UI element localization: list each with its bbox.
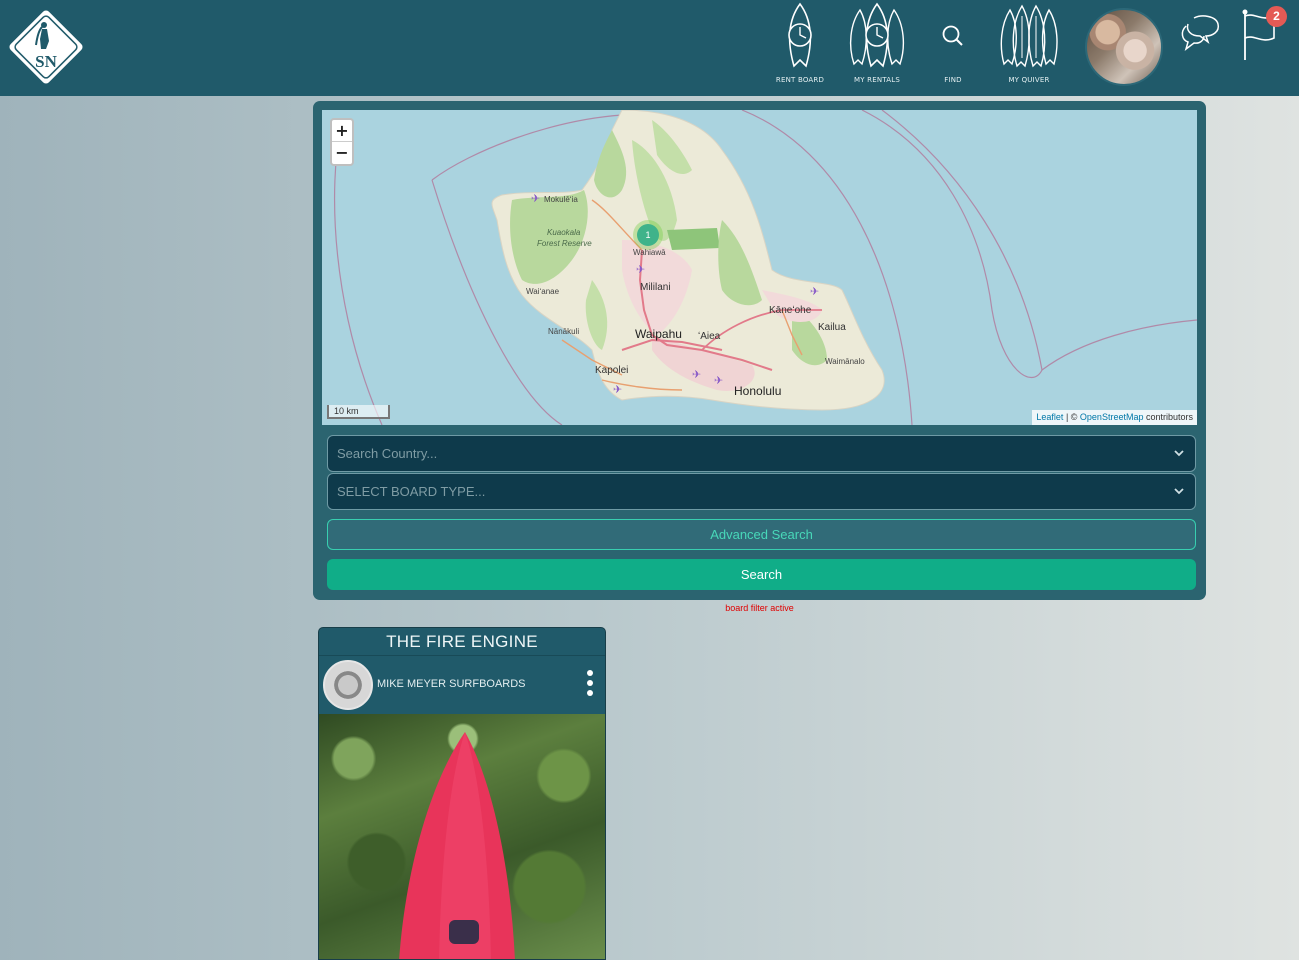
board-photo[interactable] (319, 714, 605, 959)
map-attribution: Leaflet | © OpenStreetMap contributors (1032, 410, 1197, 425)
notification-badge: 2 (1266, 6, 1287, 27)
map-label-mokuleia: Mokulēʻia (544, 195, 578, 204)
map-label-forest-reserve: Forest Reserve (537, 239, 592, 248)
nav-my-rentals[interactable]: MY RENTALS (839, 2, 915, 90)
airport-icon: ✈ (714, 375, 723, 387)
map-label-kaneohe: Kāneʻohe (769, 305, 812, 316)
surf-logo-icon[interactable]: SN (4, 5, 88, 89)
map-zoom-control: + − (330, 118, 354, 166)
more-options-icon[interactable] (585, 669, 595, 697)
search-button[interactable]: Search (327, 559, 1196, 590)
country-select-placeholder: Search Country... (337, 446, 438, 461)
surfboard-image (399, 732, 515, 959)
nav-label: MY QUIVER (1008, 76, 1050, 84)
map-label-waianae: Waiʻanae (526, 287, 560, 296)
surfboard-clock-icon (788, 2, 812, 68)
nav-label: FIND (944, 76, 962, 84)
map-label-kailua: Kailua (818, 322, 846, 333)
map-label-mililani: Mililani (640, 282, 671, 293)
nav-label: MY RENTALS (854, 76, 900, 84)
search-icon (942, 25, 963, 46)
maker-logo[interactable] (323, 660, 373, 710)
logo-text: SN (35, 52, 57, 71)
board-type-select[interactable]: SELECT BOARD TYPE... (327, 473, 1196, 510)
search-panel: 1 ✈ ✈ ✈ ✈ ✈ ✈ Mokulēʻia Kuaokala Forest … (313, 101, 1206, 600)
map-scale-bar: 10 km (327, 405, 390, 419)
airport-icon: ✈ (692, 369, 701, 381)
airport-icon: ✈ (613, 384, 622, 396)
attribution-suffix: contributors (1143, 412, 1193, 422)
nav-find[interactable]: FIND (915, 2, 991, 90)
nav-rent-board[interactable]: RENT BOARD (762, 2, 838, 90)
leaflet-link[interactable]: Leaflet (1036, 412, 1063, 422)
airport-icon: ✈ (531, 193, 540, 205)
maker-name[interactable]: MIKE MEYER SURFBOARDS (377, 678, 526, 690)
chevron-down-icon (1174, 450, 1184, 457)
nav-my-quiver[interactable]: MY QUIVER (991, 2, 1067, 90)
oahu-map-graphic: 1 ✈ ✈ ✈ ✈ ✈ ✈ (333, 110, 1197, 425)
attribution-separator: | © (1063, 412, 1080, 422)
chevron-down-icon (1174, 488, 1184, 495)
airport-icon: ✈ (636, 264, 645, 276)
map-view[interactable]: 1 ✈ ✈ ✈ ✈ ✈ ✈ Mokulēʻia Kuaokala Forest … (322, 110, 1197, 425)
board-logo-icon (449, 920, 479, 944)
board-type-select-placeholder: SELECT BOARD TYPE... (337, 484, 486, 499)
map-label-kuaokala: Kuaokala (547, 228, 581, 237)
airport-icon: ✈ (810, 286, 819, 298)
surfboard-quiver-icon (1000, 4, 1058, 68)
multi-surfboard-clock-icon (849, 2, 905, 68)
openstreetmap-link[interactable]: OpenStreetMap (1080, 412, 1144, 422)
map-label-kapolei: Kapolei (595, 365, 629, 376)
map-label-waipahu: Waipahu (635, 327, 682, 341)
country-select[interactable]: Search Country... (327, 435, 1196, 472)
nav-label: RENT BOARD (775, 76, 825, 84)
top-navigation-bar: SN RENT BOARD MY RENTALS FIND MY QUIVER … (0, 0, 1299, 96)
map-cluster-count: 1 (645, 230, 650, 240)
chat-icon[interactable] (1180, 12, 1222, 52)
map-label-wahiawa: Wahiawā (633, 248, 666, 257)
zoom-in-button[interactable]: + (332, 120, 352, 142)
board-maker-row: MIKE MEYER SURFBOARDS (319, 656, 605, 714)
board-filter-status: board filter active (725, 603, 794, 613)
map-label-waimanalo: Waimānalo (825, 357, 865, 366)
board-card[interactable]: THE FIRE ENGINE MIKE MEYER SURFBOARDS (318, 627, 606, 960)
map-label-aiea: ʻAiea (698, 331, 721, 342)
board-title: THE FIRE ENGINE (319, 628, 605, 656)
map-label-honolulu: Honolulu (734, 384, 782, 398)
zoom-out-button[interactable]: − (332, 142, 352, 164)
user-avatar[interactable] (1085, 8, 1163, 86)
advanced-search-button[interactable]: Advanced Search (327, 519, 1196, 550)
map-label-nanakuli: Nānākuli (548, 327, 580, 336)
